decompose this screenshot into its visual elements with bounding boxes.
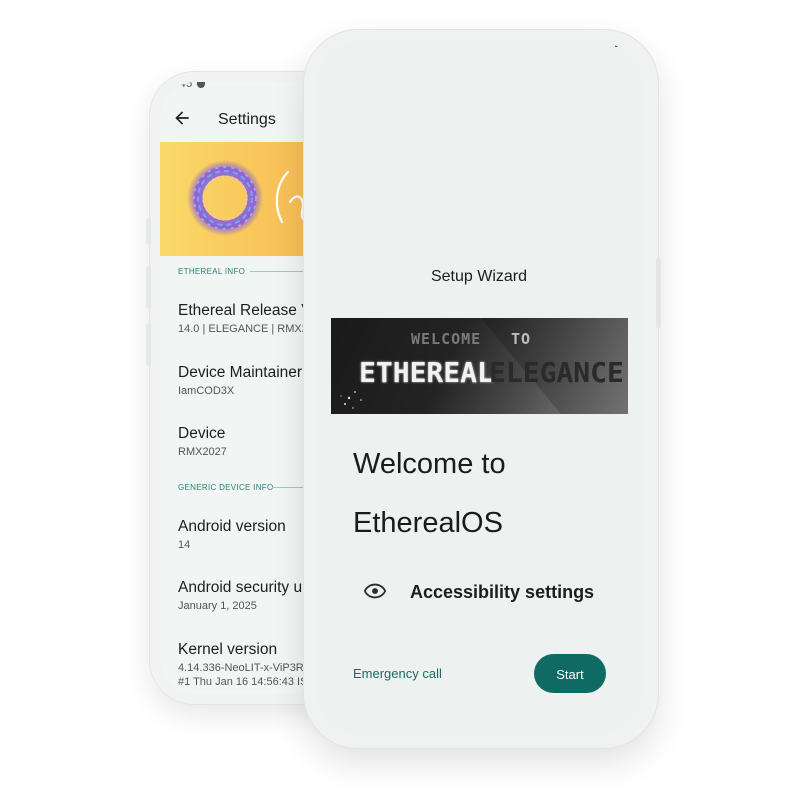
pref-summary: #1 Thu Jan 16 14:56:43 IS [178, 676, 308, 688]
pref-summary: RMX2027 [178, 446, 227, 458]
pref-title: Android version [178, 518, 286, 535]
welcome-heading-line2: EtherealOS [353, 507, 503, 539]
battery-icon [615, 42, 622, 47]
pref-title: Android security u [178, 579, 303, 596]
pref-title: Device [178, 425, 226, 442]
pref-title: Kernel version [178, 641, 278, 658]
pref-summary: IamCOD3X [178, 385, 235, 397]
hero-sparkles [340, 391, 362, 409]
section-header-ethereal-info: ETHEREAL INFO [178, 267, 246, 276]
eye-icon [364, 583, 386, 599]
pref-summary: 14 [178, 539, 191, 551]
shield-icon [196, 82, 205, 88]
welcome-hero-image: WELCOME TO ETHEREAL ETHEREAL ELEGANCE [331, 318, 628, 414]
back-phone-side-button [146, 218, 151, 244]
start-button[interactable]: Start [534, 654, 606, 693]
wizard-title: Setup Wizard [430, 268, 528, 285]
welcome-hero-graphic: WELCOME TO ETHEREAL ETHEREAL ELEGANCE [340, 318, 628, 414]
welcome-heading-line1: Welcome to [353, 448, 506, 480]
hero-text-ethereal: ETHEREAL [359, 356, 494, 389]
hero-text-elegance: ELEGANCE [489, 356, 624, 389]
status-bar: :45 [176, 82, 205, 90]
back-phone-side-button [146, 324, 151, 366]
setup-wizard-screen: Setup Wizard WELCOME TO ETHEREAL ETHEREA… [316, 42, 642, 734]
back-phone-side-button [146, 266, 151, 308]
section-header-generic-device-info: GENERIC DEVICE INFO [178, 483, 274, 492]
status-time: :45 [176, 82, 193, 90]
pref-summary: 4.14.336-NeoLIT-x-ViP3R [178, 662, 304, 674]
front-phone-side-button [656, 258, 661, 328]
marketing-stage: :45 Settings ETHEREAL INFO Ethereal Rele… [0, 0, 804, 792]
emergency-call-button[interactable]: Emergency call [353, 666, 442, 681]
hero-text-to: TO [511, 330, 531, 348]
pref-summary: January 1, 2025 [178, 600, 257, 612]
hero-text-welcome: WELCOME [411, 330, 481, 348]
accessibility-settings-label: Accessibility settings [410, 582, 595, 602]
accessibility-settings-item[interactable]: Accessibility settings [364, 575, 624, 609]
back-arrow-icon[interactable] [172, 108, 192, 128]
pref-summary: 14.0 | ELEGANCE | RMX20 [178, 323, 314, 335]
pref-title: Device Maintainer [178, 364, 303, 381]
pref-title: Ethereal Release V [178, 302, 312, 319]
page-title: Settings [218, 111, 276, 128]
